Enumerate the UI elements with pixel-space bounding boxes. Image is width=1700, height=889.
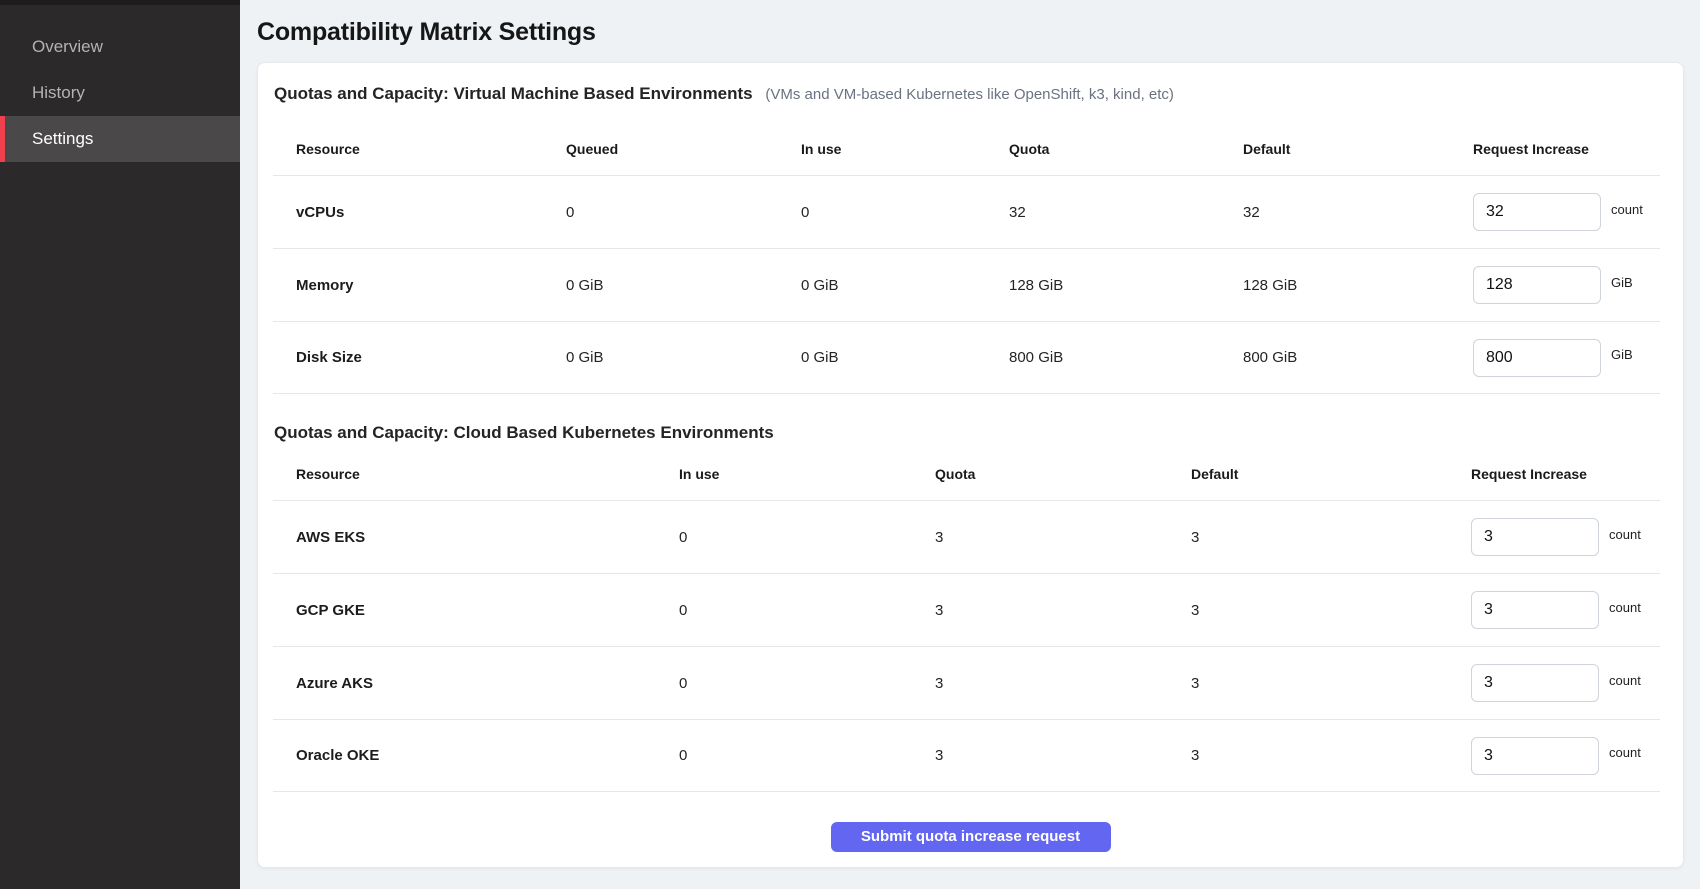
vm-section-title: Quotas and Capacity: Virtual Machine Bas… <box>274 84 753 103</box>
vm-section-subtitle: (VMs and VM-based Kubernetes like OpenSh… <box>765 86 1174 103</box>
in-use-value: 0 <box>679 602 935 619</box>
column-header-quota: Quota <box>1009 141 1243 157</box>
default-value: 3 <box>1191 529 1471 546</box>
azure-aks-request-input[interactable] <box>1471 664 1599 702</box>
column-header-resource: Resource <box>296 466 679 482</box>
in-use-value: 0 GiB <box>801 349 1009 366</box>
in-use-value: 0 <box>679 675 935 692</box>
unit-label: GiB <box>1611 275 1633 290</box>
aws-eks-request-input[interactable] <box>1471 518 1599 556</box>
resource-name: AWS EKS <box>296 529 679 546</box>
sidebar-item-label: Settings <box>32 129 93 149</box>
column-header-request-increase: Request Increase <box>1473 141 1660 157</box>
cloud-quota-table: Resource In use Quota Default Request In… <box>273 448 1660 792</box>
resource-name: GCP GKE <box>296 602 679 619</box>
cloud-table-header-row: Resource In use Quota Default Request In… <box>273 448 1660 500</box>
unit-label: GiB <box>1611 347 1633 362</box>
sidebar-item-settings[interactable]: Settings <box>0 116 240 162</box>
resource-name: Memory <box>296 277 566 294</box>
in-use-value: 0 <box>679 747 935 764</box>
unit-label: count <box>1609 600 1641 615</box>
in-use-value: 0 GiB <box>801 277 1009 294</box>
submit-row: Submit quota increase request <box>258 822 1683 852</box>
default-value: 128 GiB <box>1243 277 1473 294</box>
resource-name: vCPUs <box>296 204 566 221</box>
column-header-default: Default <box>1243 141 1473 157</box>
quota-value: 3 <box>935 529 1191 546</box>
column-header-queued: Queued <box>566 141 801 157</box>
default-value: 32 <box>1243 204 1473 221</box>
disk-size-request-input[interactable] <box>1473 339 1601 377</box>
column-header-in-use: In use <box>801 141 1009 157</box>
queued-value: 0 GiB <box>566 277 801 294</box>
gcp-gke-request-input[interactable] <box>1471 591 1599 629</box>
main-content: Compatibility Matrix Settings Quotas and… <box>240 0 1700 889</box>
quota-value: 128 GiB <box>1009 277 1243 294</box>
resource-name: Oracle OKE <box>296 747 679 764</box>
queued-value: 0 <box>566 204 801 221</box>
quota-value: 3 <box>935 747 1191 764</box>
default-value: 3 <box>1191 675 1471 692</box>
vcpus-request-input[interactable] <box>1473 193 1601 231</box>
request-increase-cell: count <box>1471 591 1660 629</box>
default-value: 3 <box>1191 747 1471 764</box>
cloud-section-title: Quotas and Capacity: Cloud Based Kuberne… <box>274 423 774 442</box>
table-row-disk-size: Disk Size 0 GiB 0 GiB 800 GiB 800 GiB Gi… <box>273 321 1660 394</box>
unit-label: count <box>1609 673 1641 688</box>
request-increase-cell: GiB <box>1473 339 1660 377</box>
queued-value: 0 GiB <box>566 349 801 366</box>
cloud-section-heading: Quotas and Capacity: Cloud Based Kuberne… <box>274 418 1667 448</box>
column-header-in-use: In use <box>679 466 935 482</box>
sidebar-item-overview[interactable]: Overview <box>0 24 240 70</box>
quota-value: 800 GiB <box>1009 349 1243 366</box>
default-value: 800 GiB <box>1243 349 1473 366</box>
unit-label: count <box>1609 527 1641 542</box>
vm-section-heading: Quotas and Capacity: Virtual Machine Bas… <box>274 79 1667 110</box>
resource-name: Azure AKS <box>296 675 679 692</box>
request-increase-cell: count <box>1471 737 1660 775</box>
request-increase-cell: count <box>1471 664 1660 702</box>
unit-label: count <box>1609 745 1641 760</box>
submit-quota-increase-button[interactable]: Submit quota increase request <box>831 822 1111 852</box>
table-row-gcp-gke: GCP GKE 0 3 3 count <box>273 573 1660 646</box>
quota-value: 3 <box>935 675 1191 692</box>
in-use-value: 0 <box>679 529 935 546</box>
table-row-azure-aks: Azure AKS 0 3 3 count <box>273 646 1660 719</box>
settings-card: Quotas and Capacity: Virtual Machine Bas… <box>257 62 1684 868</box>
table-row-vcpus: vCPUs 0 0 32 32 count <box>273 175 1660 248</box>
quota-value: 32 <box>1009 204 1243 221</box>
in-use-value: 0 <box>801 204 1009 221</box>
quota-value: 3 <box>935 602 1191 619</box>
request-increase-cell: count <box>1471 518 1660 556</box>
column-header-resource: Resource <box>296 141 566 157</box>
sidebar: Overview History Settings <box>0 0 240 889</box>
sidebar-item-label: History <box>32 83 85 103</box>
resource-name: Disk Size <box>296 349 566 366</box>
column-header-default: Default <box>1191 466 1471 482</box>
table-row-aws-eks: AWS EKS 0 3 3 count <box>273 500 1660 573</box>
page-title: Compatibility Matrix Settings <box>257 16 1684 48</box>
table-row-memory: Memory 0 GiB 0 GiB 128 GiB 128 GiB GiB <box>273 248 1660 321</box>
unit-label: count <box>1611 202 1643 217</box>
sidebar-item-label: Overview <box>32 37 103 57</box>
memory-request-input[interactable] <box>1473 266 1601 304</box>
default-value: 3 <box>1191 602 1471 619</box>
oracle-oke-request-input[interactable] <box>1471 737 1599 775</box>
vm-quota-table: Resource Queued In use Quota Default Req… <box>273 123 1660 394</box>
column-header-request-increase: Request Increase <box>1471 466 1660 482</box>
vm-table-header-row: Resource Queued In use Quota Default Req… <box>273 123 1660 175</box>
sidebar-item-history[interactable]: History <box>0 70 240 116</box>
request-increase-cell: GiB <box>1473 266 1660 304</box>
column-header-quota: Quota <box>935 466 1191 482</box>
request-increase-cell: count <box>1473 193 1660 231</box>
table-row-oracle-oke: Oracle OKE 0 3 3 count <box>273 719 1660 792</box>
